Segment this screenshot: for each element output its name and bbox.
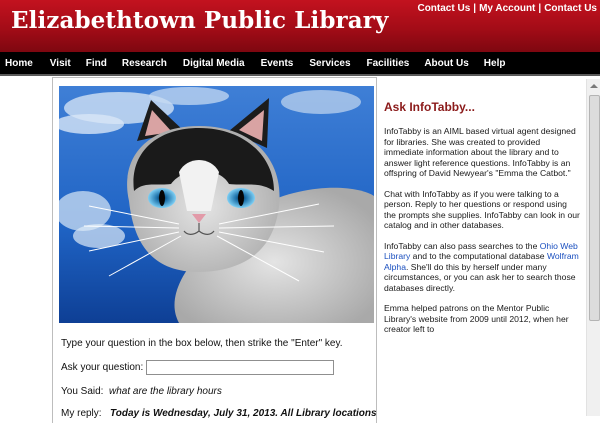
- about-sidebar: Ask InfoTabby... InfoTabby is an AIML ba…: [384, 100, 580, 345]
- top-links: Contact Us | My Account | Contact Us: [417, 3, 597, 14]
- nav-item-find[interactable]: Find: [86, 58, 107, 69]
- sidebar-paragraph-2: Chat with InfoTabby as if you were talki…: [384, 188, 580, 231]
- sidebar-paragraph-4: Emma helped patrons on the Mentor Public…: [384, 303, 569, 334]
- infotabby-cat-image: [59, 86, 374, 323]
- nav-item-visit[interactable]: Visit: [50, 58, 71, 69]
- reply-label: My reply:: [61, 408, 102, 419]
- chat-panel: Type your question in the box below, the…: [52, 77, 377, 423]
- my-account-link[interactable]: My Account: [479, 3, 535, 14]
- vertical-scrollbar[interactable]: [586, 79, 600, 416]
- instructions-text: Type your question in the box below, the…: [61, 338, 343, 349]
- scroll-up-arrow-icon[interactable]: [587, 79, 600, 93]
- nav-item-facilities[interactable]: Facilities: [367, 58, 410, 69]
- nav-item-events[interactable]: Events: [261, 58, 294, 69]
- you-said-value: what are the library hours: [109, 386, 222, 397]
- reply-value: Today is Wednesday, July 31, 2013. All L…: [110, 408, 377, 419]
- nav-item-services[interactable]: Services: [309, 58, 350, 69]
- nav-item-home[interactable]: Home: [5, 58, 33, 69]
- nav-item-about-us[interactable]: About Us: [424, 58, 468, 69]
- you-said-label: You Said:: [61, 386, 104, 397]
- contact-us-link-2[interactable]: Contact Us: [544, 3, 597, 14]
- sidebar-text: and to the computational database: [410, 251, 547, 261]
- sidebar-heading: Ask InfoTabby...: [384, 100, 475, 114]
- nav-item-research[interactable]: Research: [122, 58, 167, 69]
- site-header: Elizabethtown Public Library Contact Us |…: [0, 0, 600, 52]
- sidebar-text: InfoTabby can also pass searches to the: [384, 240, 540, 251]
- ask-question-input[interactable]: [146, 360, 334, 375]
- nav-item-digital-media[interactable]: Digital Media: [183, 58, 245, 69]
- contact-us-link[interactable]: Contact Us: [417, 3, 470, 14]
- separator: |: [473, 3, 477, 14]
- ask-question-label: Ask your question:: [61, 362, 144, 373]
- main-nav: Home Visit Find Research Digital Media E…: [0, 52, 600, 76]
- scrollbar-thumb[interactable]: [589, 95, 600, 321]
- separator: |: [538, 3, 542, 14]
- sidebar-paragraph-1: InfoTabby is an AIML based virtual agent…: [384, 126, 576, 178]
- nav-item-help[interactable]: Help: [484, 58, 506, 69]
- sidebar-paragraph-3: InfoTabby can also pass searches to the …: [384, 241, 580, 294]
- sidebar-text: . She'll do this by herself under many c…: [384, 261, 576, 293]
- site-title[interactable]: Elizabethtown Public Library: [11, 7, 388, 34]
